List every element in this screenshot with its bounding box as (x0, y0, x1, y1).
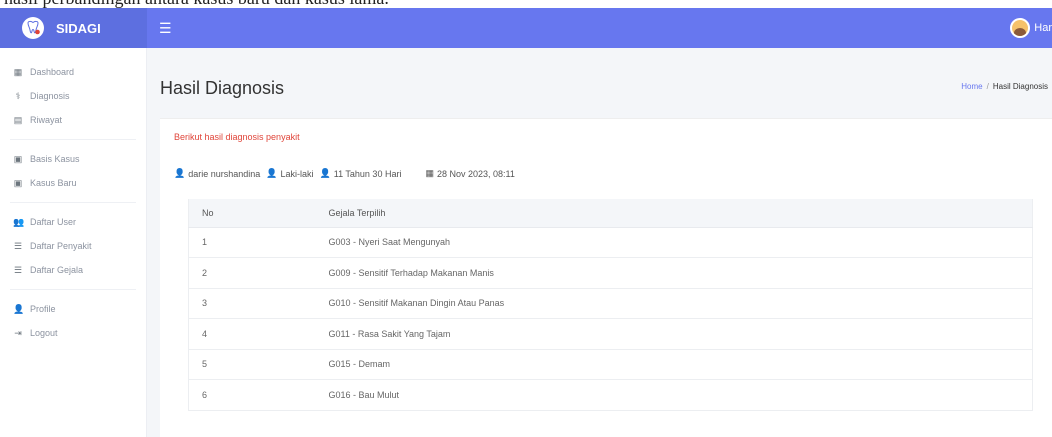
sidebar-divider (10, 289, 136, 290)
sidebar-item-basis-kasus[interactable]: ▣ Basis Kasus (0, 147, 146, 171)
sidebar-item-kasus-baru[interactable]: ▣ Kasus Baru (0, 171, 146, 195)
sidebar-item-label: Daftar Gejala (30, 265, 84, 275)
symptom-cell: G011 - Rasa Sakit Yang Tajam (328, 318, 1033, 350)
caption-text: hasil perbandingan antara kasus baru dan… (4, 0, 389, 8)
column-header-gejala: Gejala Terpilih (328, 199, 1033, 228)
symptom-table: No Gejala Terpilih 1 G003 - Nyeri Saat Me… (188, 199, 1033, 411)
sidebar-item-logout[interactable]: ⇥ Logout (0, 321, 146, 345)
brand[interactable]: SIDAGI (0, 8, 147, 48)
brand-name: SIDAGI (56, 20, 101, 36)
sidebar-item-label: Diagnosis (30, 91, 70, 101)
folder-icon: ▣ (13, 153, 23, 164)
column-header-no: No (188, 199, 329, 228)
symptom-cell: G016 - Bau Mulut (328, 379, 1033, 411)
sidebar-item-label: Logout (30, 328, 58, 338)
page-title: Hasil Diagnosis (160, 78, 285, 98)
row-number: 6 (188, 379, 329, 411)
table-row: 3 G010 - Sensitif Makanan Dingin Atau Pan… (188, 288, 1033, 319)
breadcrumb-current: Hasil Diagnosis (992, 82, 1048, 91)
diagnosis-card: Berikut hasil diagnosis penyakit 👤 darie… (160, 118, 1052, 437)
sidebar-item-daftar-gejala[interactable]: ☰ Daftar Gejala (0, 258, 146, 282)
patient-age: 11 Tahun 30 Hari (333, 168, 402, 179)
folder-icon: ▣ (13, 177, 23, 188)
sidebar-item-daftar-user[interactable]: 👥 Daftar User (0, 210, 146, 234)
user-icon: 👤 (174, 168, 186, 178)
sidebar-item-label: Dashboard (30, 67, 75, 77)
grid-icon: ▦ (13, 66, 23, 77)
patient-gender: Laki-laki (280, 168, 314, 179)
user-name: Har (1034, 22, 1052, 34)
user-icon: 👤 (319, 168, 331, 178)
symptom-cell: G003 - Nyeri Saat Mengunyah (328, 227, 1033, 258)
symptom-cell: G015 - Demam (328, 349, 1033, 380)
sidebar-item-daftar-penyakit[interactable]: ☰ Daftar Penyakit (0, 234, 146, 258)
patient-name: darie nurshandina (188, 168, 261, 179)
sidebar-item-label: Riwayat (30, 115, 63, 125)
row-number: 2 (188, 257, 329, 289)
user-icon: 👤 (13, 303, 25, 314)
patient-info: 👤 darie nurshandina 👤 Laki-laki 👤 11 Tah… (174, 168, 515, 179)
row-number: 1 (188, 227, 329, 258)
sidebar-divider (10, 202, 136, 203)
calendar-icon: ▦ (425, 168, 434, 178)
sidebar-item-label: Daftar User (30, 217, 77, 227)
table-row: 2 G009 - Sensitif Terhadap Makanan Manis (188, 257, 1033, 289)
row-number: 5 (188, 349, 329, 380)
table-row: 1 G003 - Nyeri Saat Mengunyah (188, 227, 1033, 258)
table-row: 6 G016 - Bau Mulut (188, 379, 1033, 411)
sidebar-item-label: Profile (30, 304, 56, 314)
page-caption-fragment: hasil perbandingan antara kasus baru dan… (0, 0, 1052, 8)
diagnosis-date: 28 Nov 2023, 08:11 (436, 168, 515, 179)
breadcrumb-separator: / (986, 82, 989, 91)
stethoscope-icon: ⚕ (15, 90, 21, 101)
symptom-cell: G009 - Sensitif Terhadap Makanan Manis (328, 257, 1033, 289)
sidebar-item-label: Basis Kasus (30, 154, 80, 164)
sidebar-item-diagnosis[interactable]: ⚕ Diagnosis (0, 84, 146, 108)
top-navbar: ☰ Har (147, 8, 1052, 48)
breadcrumb: Home / Hasil Diagnosis (961, 82, 1048, 91)
user-icon: 👤 (266, 168, 278, 178)
sidebar-item-label: Daftar Penyakit (30, 241, 92, 251)
table-header-row: No Gejala Terpilih (188, 199, 1033, 228)
breadcrumb-home-link[interactable]: Home (961, 82, 982, 91)
symptom-cell: G010 - Sensitif Makanan Dingin Atau Pana… (328, 288, 1033, 319)
sidebar: ▦ Dashboard ⚕ Diagnosis ▤ Riwayat ▣ Basis Ka… (0, 48, 147, 437)
table-row: 5 G015 - Demam (188, 349, 1033, 380)
sidebar-divider (10, 139, 136, 140)
hamburger-menu-icon[interactable]: ☰ (159, 20, 172, 37)
list-icon: ☰ (13, 240, 23, 251)
user-menu[interactable]: Har (1010, 18, 1052, 38)
users-icon: 👥 (13, 216, 25, 227)
list-icon: ☰ (13, 264, 23, 275)
main-content: Hasil Diagnosis Home / Hasil Diagnosis Ber… (147, 48, 1052, 437)
row-number: 4 (188, 318, 329, 350)
logout-icon: ⇥ (14, 327, 22, 338)
sidebar-item-label: Kasus Baru (30, 178, 77, 188)
card-title: Berikut hasil diagnosis penyakit (174, 132, 300, 142)
clipboard-icon: ▤ (13, 114, 23, 125)
sidebar-item-riwayat[interactable]: ▤ Riwayat (0, 108, 146, 132)
sidebar-item-profile[interactable]: 👤 Profile (0, 297, 146, 321)
row-number: 3 (188, 288, 329, 319)
sidebar-item-dashboard[interactable]: ▦ Dashboard (0, 60, 146, 84)
tooth-logo-icon (22, 17, 44, 39)
avatar (1010, 18, 1031, 38)
table-row: 4 G011 - Rasa Sakit Yang Tajam (188, 318, 1033, 350)
